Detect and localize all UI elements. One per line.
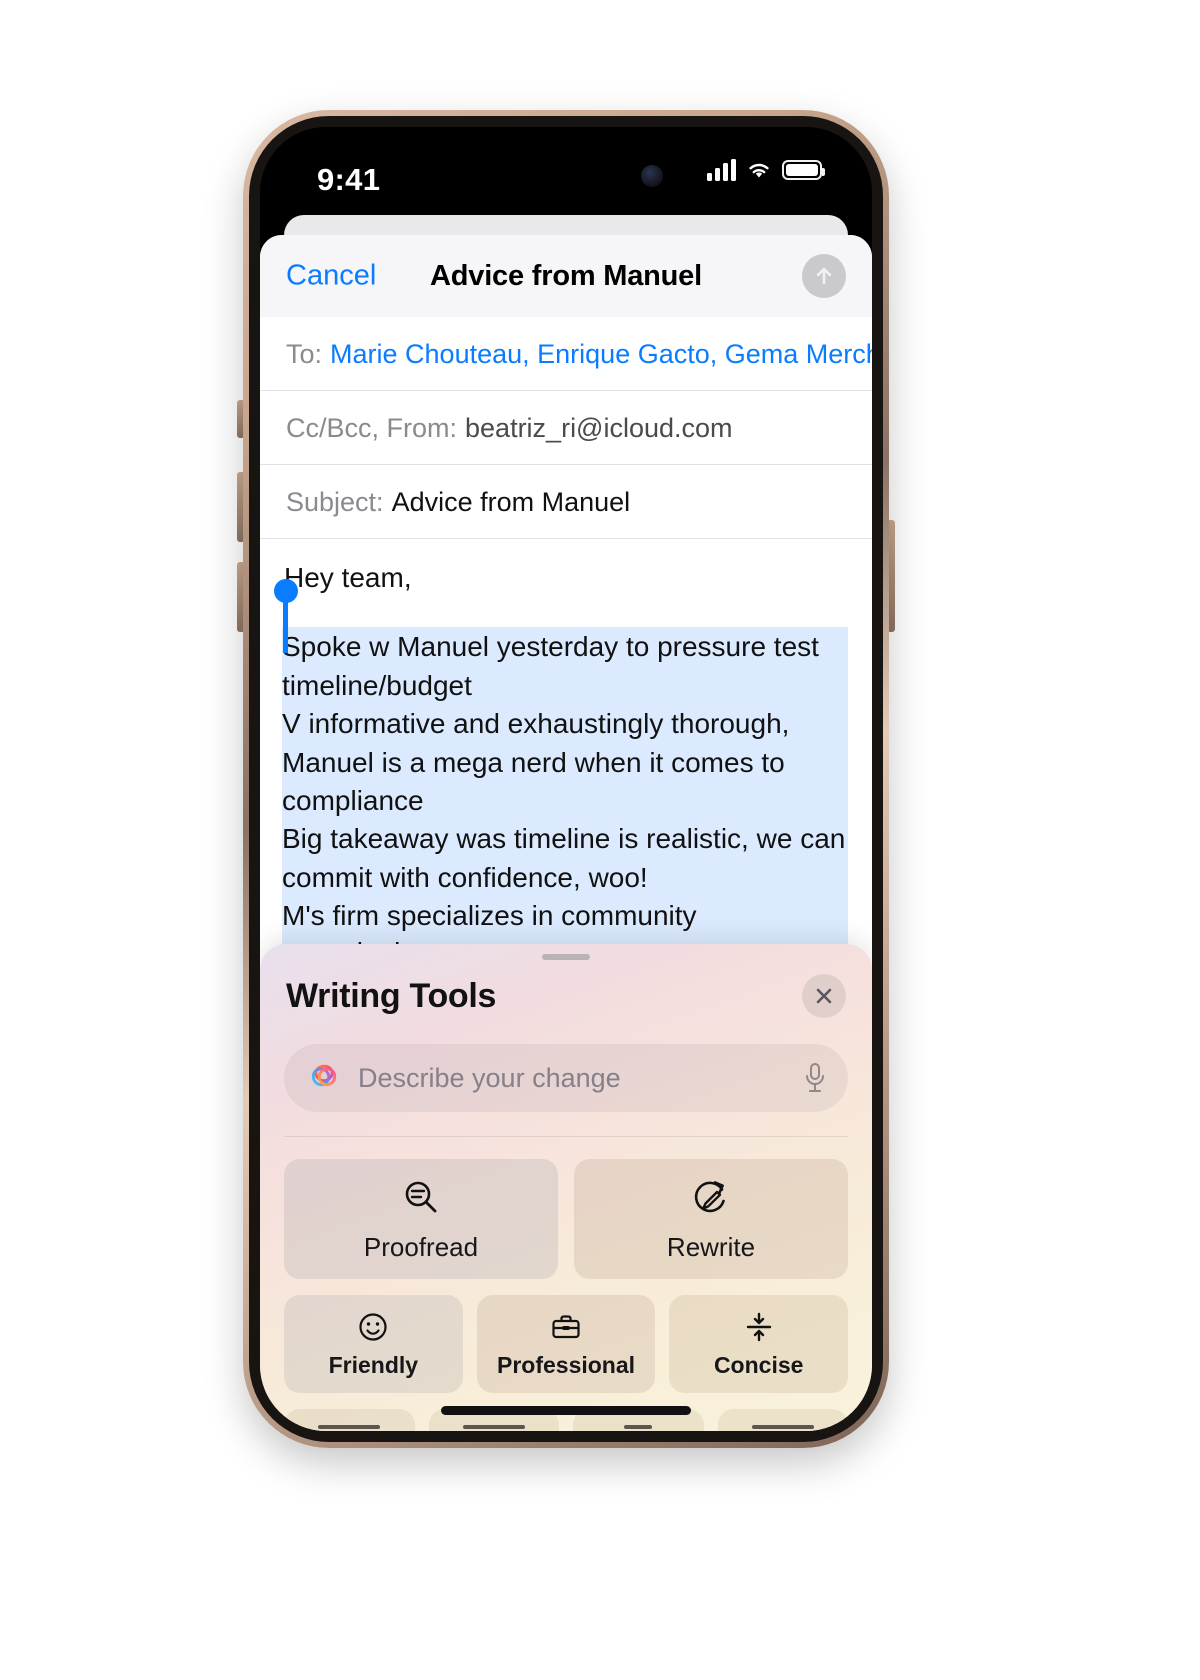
tone-actions-row: Friendly Professional Concise [260,1279,872,1393]
smiley-face-icon [359,1312,387,1341]
screenshot-canvas: 9:41 Cancel Advice from Manuel To: Marie… [0,0,1200,1680]
selection-start-handle[interactable] [274,579,298,654]
close-icon [816,988,832,1004]
cellular-signal-icon [707,159,736,181]
rewrite-circular-pen-icon [694,1180,725,1212]
cancel-button[interactable]: Cancel [286,260,376,293]
concise-label: Concise [713,1351,804,1378]
writing-tools-title: Writing Tools [286,976,497,1015]
table-lines-icon [751,1425,814,1431]
table-button[interactable] [717,1409,848,1431]
subject-label: Subject: [286,487,384,517]
status-indicators [707,159,825,181]
body-line: Big takeaway was timeline is realistic, … [282,823,846,855]
briefcase-icon [552,1314,580,1338]
body-line: Manuel is a mega nerd when it comes to [282,746,785,778]
wifi-icon [749,163,769,178]
writing-tools-header: Writing Tools [260,944,872,1018]
describe-change-placeholder: Describe your change [358,1062,621,1093]
close-button[interactable] [802,974,846,1018]
recipient-to-row[interactable]: To: Marie Chouteau, Enrique Gacto, Gema … [260,317,872,391]
mail-navigation-bar: Cancel Advice from Manuel [260,235,872,317]
body-line: Spoke w Manuel yesterday to pressure tes… [282,631,819,663]
friendly-button[interactable]: Friendly [284,1295,463,1393]
describe-change-input[interactable]: Describe your change [284,1044,848,1112]
proofread-button[interactable]: Proofread [284,1159,558,1279]
microphone-icon[interactable] [802,1062,828,1094]
page-title: Advice from Manuel [430,259,702,292]
to-value[interactable]: Marie Chouteau, Enrique Gacto, Gema Merc… [330,339,872,370]
concise-button[interactable]: Concise [669,1295,849,1393]
send-button[interactable] [802,254,846,298]
professional-button[interactable]: Professional [476,1295,656,1393]
body-line: commit with confidence, woo! [282,861,648,893]
rewrite-label: Rewrite [666,1231,756,1262]
apple-intelligence-icon [311,1064,337,1087]
body-line: timeline/budget [282,669,472,701]
to-label: To: [286,339,323,369]
cc-bcc-from-row[interactable]: Cc/Bcc, From: beatriz_ri@icloud.com [260,391,872,465]
primary-actions-row: Proofread Rewrite [260,1137,872,1279]
proofread-magnifier-icon [405,1181,437,1212]
cc-bcc-from-label: Cc/Bcc, From: [286,413,458,443]
friendly-label: Friendly [328,1351,419,1378]
summary-button[interactable] [284,1409,415,1431]
front-camera-icon [641,164,663,187]
status-time: 9:41 [317,162,381,197]
status-bar: 9:41 [260,127,872,223]
dynamic-island [443,149,689,202]
phone-screen: 9:41 Cancel Advice from Manuel To: Marie… [260,127,872,1431]
professional-label: Professional [496,1351,636,1378]
body-line: compliance [282,784,424,816]
from-value[interactable]: beatriz_ri@icloud.com [465,413,733,444]
subject-row[interactable]: Subject: Advice from Manuel [260,465,872,539]
send-arrow-up-icon [816,267,832,285]
key-points-lines-icon [462,1425,525,1431]
phone-frame: 9:41 Cancel Advice from Manuel To: Marie… [243,110,889,1448]
compress-arrows-icon [746,1312,771,1341]
writing-tools-panel: Writing Tools Describe your change Proof… [260,944,872,1431]
subject-value[interactable]: Advice from Manuel [392,487,631,518]
summary-lines-icon [318,1425,381,1431]
battery-icon [782,160,825,180]
list-lines-icon [607,1425,669,1431]
rewrite-button[interactable]: Rewrite [574,1159,848,1279]
body-line: V informative and exhaustingly thorough, [282,708,790,740]
home-indicator[interactable] [441,1406,691,1415]
body-greeting: Hey team, [284,562,412,593]
proofread-label: Proofread [363,1231,479,1262]
